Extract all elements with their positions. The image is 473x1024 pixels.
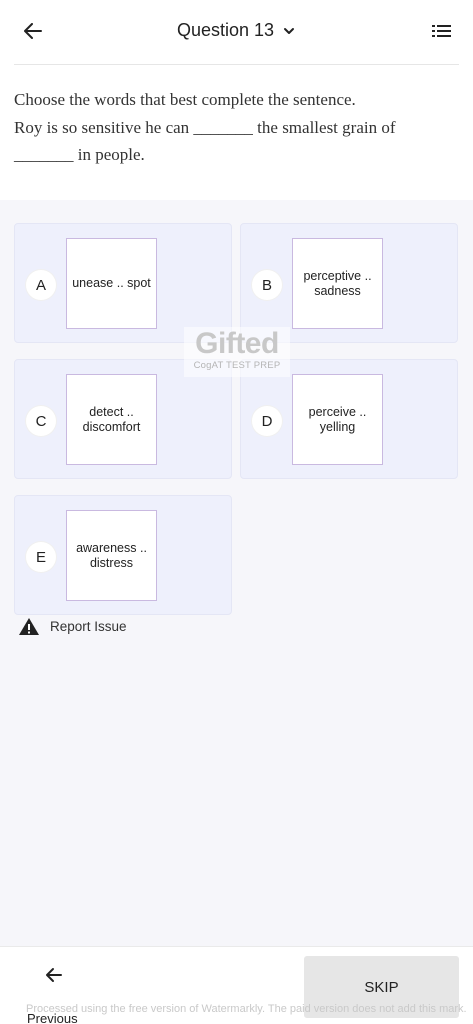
option-b[interactable]: B perceptive .. sadness <box>240 223 458 343</box>
arrow-left-icon <box>46 968 62 982</box>
page-title: Question 13 <box>176 20 275 40</box>
question-list-button[interactable] <box>431 20 453 42</box>
report-issue-label: Report Issue <box>50 619 127 634</box>
watermarkly-notice: Processed using the free version of Wate… <box>26 1003 467 1015</box>
option-letter: A <box>26 270 56 300</box>
header: Question 13 <box>0 0 473 64</box>
report-issue-button[interactable]: Report Issue <box>18 617 127 636</box>
option-letter: D <box>252 406 282 436</box>
option-d[interactable]: D perceive .. yelling <box>240 359 458 479</box>
option-letter: C <box>26 406 56 436</box>
watermark-brand: Gifted <box>195 327 279 360</box>
list-icon <box>432 25 451 37</box>
option-text: detect .. discomfort <box>66 374 157 465</box>
question-selector[interactable]: Question 13 <box>0 20 473 41</box>
option-letter: E <box>26 542 56 572</box>
option-c[interactable]: C detect .. discomfort <box>14 359 232 479</box>
question-sentence-line-1: Roy is so sensitive he can _______ the s… <box>14 117 396 137</box>
option-text: awareness .. distress <box>66 510 157 601</box>
option-a[interactable]: A unease .. spot <box>14 223 232 343</box>
warning-icon <box>19 618 39 635</box>
question-instruction: Choose the words that best complete the … <box>14 90 356 109</box>
option-text: perceptive .. sadness <box>292 238 383 329</box>
option-letter: B <box>252 270 282 300</box>
option-text: unease .. spot <box>66 238 157 329</box>
option-text: perceive .. yelling <box>292 374 383 465</box>
option-e[interactable]: E awareness .. distress <box>14 495 232 615</box>
watermark-tagline: CogAT TEST PREP <box>193 360 281 371</box>
chevron-down-icon <box>282 24 296 38</box>
question-sentence-line-2: _______ in people. <box>14 145 145 164</box>
gifted-watermark: Gifted CogAT TEST PREP <box>184 327 290 377</box>
header-divider <box>14 64 459 65</box>
question-text: Choose the words that best complete the … <box>14 86 459 169</box>
